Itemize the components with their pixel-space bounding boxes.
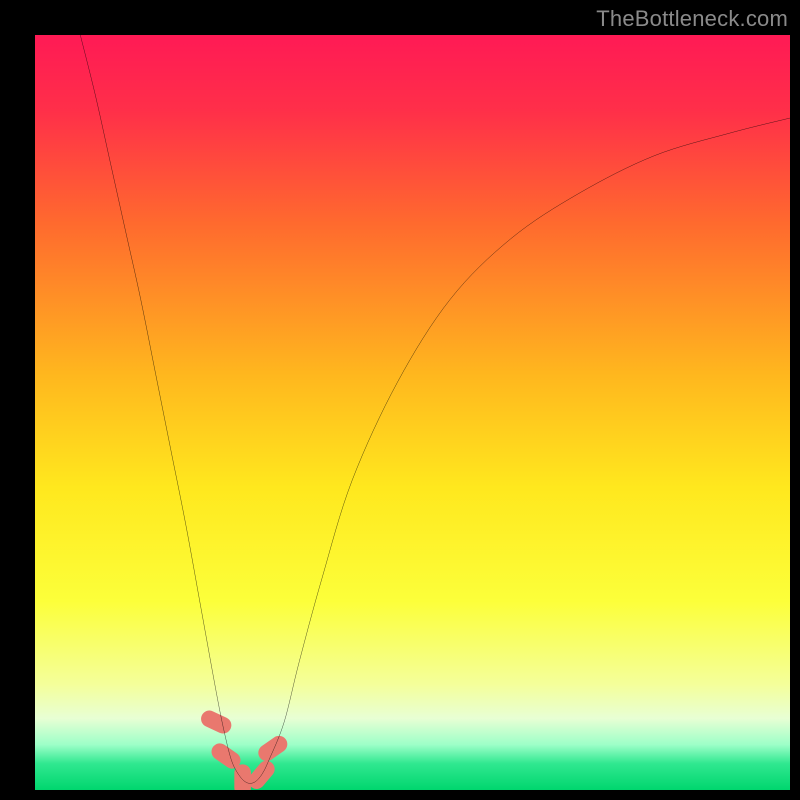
marker-blob (234, 764, 251, 790)
bottleneck-curve (80, 35, 790, 783)
chart-frame: TheBottleneck.com (0, 0, 800, 800)
marker-blob (255, 733, 291, 765)
curve-layer (35, 35, 790, 790)
marker-blob (198, 708, 234, 736)
plot-area (35, 35, 790, 790)
watermark-text: TheBottleneck.com (596, 6, 788, 32)
bottleneck-markers (198, 708, 290, 790)
